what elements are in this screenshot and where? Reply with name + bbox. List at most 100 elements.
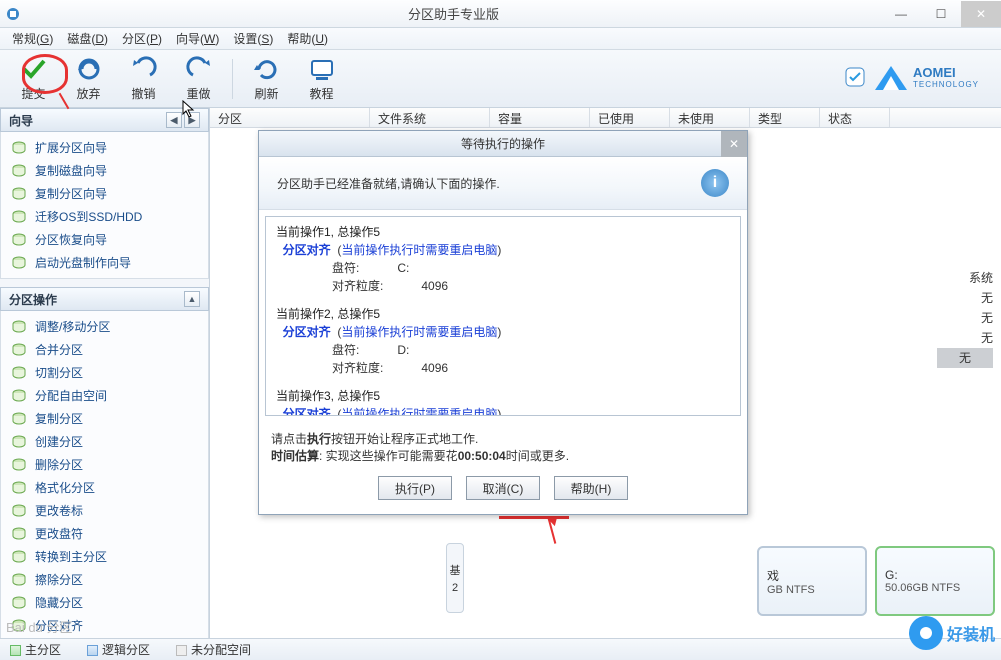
nav-label: 分区恢复向导 xyxy=(35,231,107,248)
col-3[interactable]: 已使用 xyxy=(590,108,670,127)
nav-label: 隐藏分区 xyxy=(35,594,83,611)
ops-item-0[interactable]: 调整/移动分区 xyxy=(1,315,208,338)
refresh-button[interactable]: 刷新 xyxy=(239,51,294,106)
brand-tag: TECHNOLOGY xyxy=(913,80,979,89)
watermark-dot-icon xyxy=(909,616,943,650)
menu-g[interactable]: 常规(G) xyxy=(6,28,59,49)
menu-bar: 常规(G)磁盘(D)分区(P)向导(W)设置(S)帮助(U) xyxy=(0,28,1001,50)
wizard-item-1[interactable]: 复制磁盘向导 xyxy=(1,159,208,182)
menu-u[interactable]: 帮助(U) xyxy=(281,28,334,49)
maximize-button[interactable]: ☐ xyxy=(921,1,961,27)
nav-label: 删除分区 xyxy=(35,456,83,473)
ops-item-5[interactable]: 创建分区 xyxy=(1,430,208,453)
disk-icon xyxy=(11,342,27,358)
menu-d[interactable]: 磁盘(D) xyxy=(61,28,114,49)
minimize-button[interactable]: — xyxy=(881,1,921,27)
disk-icon xyxy=(11,186,27,202)
ops-item-9[interactable]: 更改盘符 xyxy=(1,522,208,545)
disk-icon xyxy=(11,457,27,473)
wizard-item-4[interactable]: 分区恢复向导 xyxy=(1,228,208,251)
collapse-up-icon[interactable]: ▲ xyxy=(184,291,200,307)
disk-icon xyxy=(11,255,27,271)
wizard-item-5[interactable]: 启动光盘制作向导 xyxy=(1,251,208,274)
nav-label: 合并分区 xyxy=(35,341,83,358)
col-1[interactable]: 文件系统 xyxy=(370,108,490,127)
legend-blue: 逻辑分区 xyxy=(87,641,150,658)
close-button[interactable]: ✕ xyxy=(961,1,1001,27)
wizard-item-2[interactable]: 复制分区向导 xyxy=(1,182,208,205)
menu-w[interactable]: 向导(W) xyxy=(170,28,225,49)
watermark-haozhuangji: 好装机 xyxy=(909,616,995,650)
disk-icon xyxy=(11,140,27,156)
aomei-triangle-icon xyxy=(873,62,909,92)
wizard-panel-title: 向导 xyxy=(9,112,33,129)
disk-icon xyxy=(11,572,27,588)
discard-button[interactable]: 放弃 xyxy=(61,51,116,106)
dialog-info-text: 分区助手已经准备就绪,请确认下面的操作. xyxy=(277,175,701,192)
ops-panel-header[interactable]: 分区操作 ▲ xyxy=(0,287,209,311)
col-4[interactable]: 未使用 xyxy=(670,108,750,127)
legend-gray: 未分配空间 xyxy=(176,641,251,658)
ops-item-7[interactable]: 格式化分区 xyxy=(1,476,208,499)
wizard-item-0[interactable]: 扩展分区向导 xyxy=(1,136,208,159)
redo-button[interactable]: 重做 xyxy=(171,51,226,106)
undo-button[interactable]: 撤销 xyxy=(116,51,171,106)
disk-icon xyxy=(11,503,27,519)
partition-bar[interactable]: G:50.06GB NTFS xyxy=(875,546,995,616)
ops-item-11[interactable]: 擦除分区 xyxy=(1,568,208,591)
col-6[interactable]: 状态 xyxy=(820,108,890,127)
execute-button[interactable]: 执行(P) xyxy=(378,476,452,500)
panel-nav-right[interactable]: ▶ xyxy=(184,112,200,128)
help-button[interactable]: 帮助(H) xyxy=(554,476,628,500)
dialog-close-button[interactable]: ✕ xyxy=(721,131,747,157)
nav-label: 更改卷标 xyxy=(35,502,83,519)
ops-item-10[interactable]: 转换到主分区 xyxy=(1,545,208,568)
col-2[interactable]: 容量 xyxy=(490,108,590,127)
nav-label: 转换到主分区 xyxy=(35,548,107,565)
tutorial-icon xyxy=(308,55,336,83)
info-cell-selected[interactable]: 无 xyxy=(937,348,993,368)
dialog-title-bar[interactable]: 等待执行的操作 ✕ xyxy=(259,131,747,157)
menu-s[interactable]: 设置(S) xyxy=(227,28,279,49)
partition-info-column: 系统无无无无 xyxy=(937,268,993,368)
info-cell: 系统 xyxy=(937,268,993,288)
wizard-panel-header[interactable]: 向导 ◀▶ xyxy=(0,108,209,132)
nav-label: 创建分区 xyxy=(35,433,83,450)
brand-name: AOMEI xyxy=(913,65,979,80)
ops-item-12[interactable]: 隐藏分区 xyxy=(1,591,208,614)
info-cell: 无 xyxy=(937,288,993,308)
sidebar: 向导 ◀▶ 扩展分区向导复制磁盘向导复制分区向导迁移OS到SSD/HDD分区恢复… xyxy=(0,108,210,638)
nav-label: 擦除分区 xyxy=(35,571,83,588)
panel-nav-left[interactable]: ◀ xyxy=(166,112,182,128)
submit-icon xyxy=(20,55,48,83)
operation-block: 当前操作1, 总操作5 分区对齐 (当前操作执行时需要重启电脑)盘符:C:对齐粒… xyxy=(276,223,730,295)
app-icon xyxy=(0,1,26,27)
window-title: 分区助手专业版 xyxy=(26,4,881,23)
nav-label: 分配自由空间 xyxy=(35,387,107,404)
ops-item-2[interactable]: 切割分区 xyxy=(1,361,208,384)
ops-panel: 分区操作 ▲ 调整/移动分区合并分区切割分区分配自由空间复制分区创建分区删除分区… xyxy=(0,287,209,638)
submit-button[interactable]: 提交 xyxy=(6,51,61,106)
dialog-info-row: 分区助手已经准备就绪,请确认下面的操作. i xyxy=(259,157,747,210)
nav-label: 扩展分区向导 xyxy=(35,139,107,156)
partition-bar[interactable]: 戏GB NTFS xyxy=(757,546,867,616)
menu-p[interactable]: 分区(P) xyxy=(116,28,168,49)
ops-item-6[interactable]: 删除分区 xyxy=(1,453,208,476)
disk-icon xyxy=(11,480,27,496)
col-5[interactable]: 类型 xyxy=(750,108,820,127)
disk-icon xyxy=(11,549,27,565)
brand-logo: AOMEI TECHNOLOGY xyxy=(845,60,993,94)
info-icon: i xyxy=(701,169,729,197)
ops-item-1[interactable]: 合并分区 xyxy=(1,338,208,361)
tutorial-button[interactable]: 教程 xyxy=(294,51,349,106)
watermark-baidu: Bai du 分区 xyxy=(6,617,72,636)
title-bar: 分区助手专业版 — ☐ ✕ xyxy=(0,0,1001,28)
ops-item-4[interactable]: 复制分区 xyxy=(1,407,208,430)
dialog-operations-list[interactable]: 当前操作1, 总操作5 分区对齐 (当前操作执行时需要重启电脑)盘符:C:对齐粒… xyxy=(265,216,741,416)
col-0[interactable]: 分区 xyxy=(210,108,370,127)
ops-item-8[interactable]: 更改卷标 xyxy=(1,499,208,522)
ops-item-3[interactable]: 分配自由空间 xyxy=(1,384,208,407)
cancel-button[interactable]: 取消(C) xyxy=(466,476,540,500)
info-cell: 无 xyxy=(937,308,993,328)
wizard-item-3[interactable]: 迁移OS到SSD/HDD xyxy=(1,205,208,228)
